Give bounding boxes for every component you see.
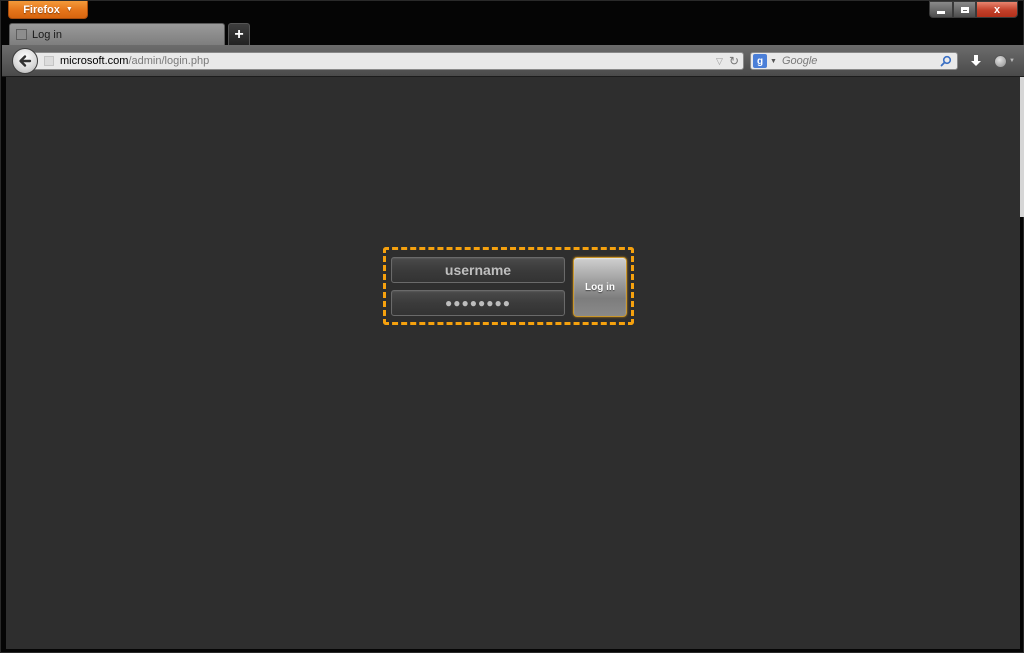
scrollbar[interactable] [1020, 77, 1024, 217]
downloads-button[interactable] [968, 52, 984, 70]
address-bar[interactable]: microsoft.com/admin/login.php ▽ ↻ [30, 52, 744, 70]
url-path: /admin/login.php [128, 55, 210, 67]
magnifier-glyph [940, 55, 952, 67]
window-controls: x [929, 1, 1018, 18]
url-text[interactable]: microsoft.com/admin/login.php [60, 55, 716, 67]
addon-globe-icon [994, 54, 1007, 68]
chevron-down-icon: ▼ [1009, 58, 1015, 64]
addon-menu-button[interactable]: ▼ [994, 53, 1016, 69]
page-content [6, 77, 1020, 649]
star-bookmark-icon[interactable]: ▽ [716, 56, 723, 67]
maximize-icon [960, 6, 969, 13]
close-icon: x [993, 3, 1001, 16]
maximize-button[interactable] [953, 1, 976, 18]
url-domain: microsoft.com [60, 55, 129, 67]
page-favicon-icon [16, 29, 27, 40]
site-identity-icon[interactable] [44, 56, 54, 66]
close-button[interactable]: x [976, 1, 1018, 18]
chevron-down-icon[interactable]: ▼ [770, 58, 777, 65]
plus-icon: + [234, 25, 244, 43]
login-button-label: Log in [585, 281, 615, 293]
search-icon[interactable] [940, 55, 952, 67]
minimize-icon [937, 10, 945, 14]
tab-label: Log in [32, 28, 62, 41]
search-input[interactable] [781, 54, 940, 68]
password-input[interactable] [391, 290, 565, 316]
firefox-menu-label: Firefox [23, 3, 60, 16]
navigation-toolbar: microsoft.com/admin/login.php ▽ ↻ g ▼ ▼ [2, 45, 1024, 77]
minimize-button[interactable] [929, 1, 953, 18]
new-tab-button[interactable]: + [228, 23, 250, 45]
login-button[interactable]: Log in [573, 257, 627, 317]
download-arrow-icon [971, 55, 981, 66]
username-input[interactable] [391, 257, 565, 283]
chevron-down-icon: ▼ [65, 6, 73, 13]
back-button[interactable] [12, 48, 38, 74]
reload-icon[interactable]: ↻ [729, 54, 739, 68]
google-icon[interactable]: g [753, 54, 767, 68]
firefox-menu-button[interactable]: Firefox ▼ [8, 1, 88, 19]
arrow-left-icon [19, 55, 32, 67]
browser-window: Firefox ▼ x Log in + microsoft.com/admin… [0, 0, 1024, 653]
search-bar[interactable]: g ▼ [750, 52, 958, 70]
tab-log-in[interactable]: Log in [9, 23, 225, 45]
